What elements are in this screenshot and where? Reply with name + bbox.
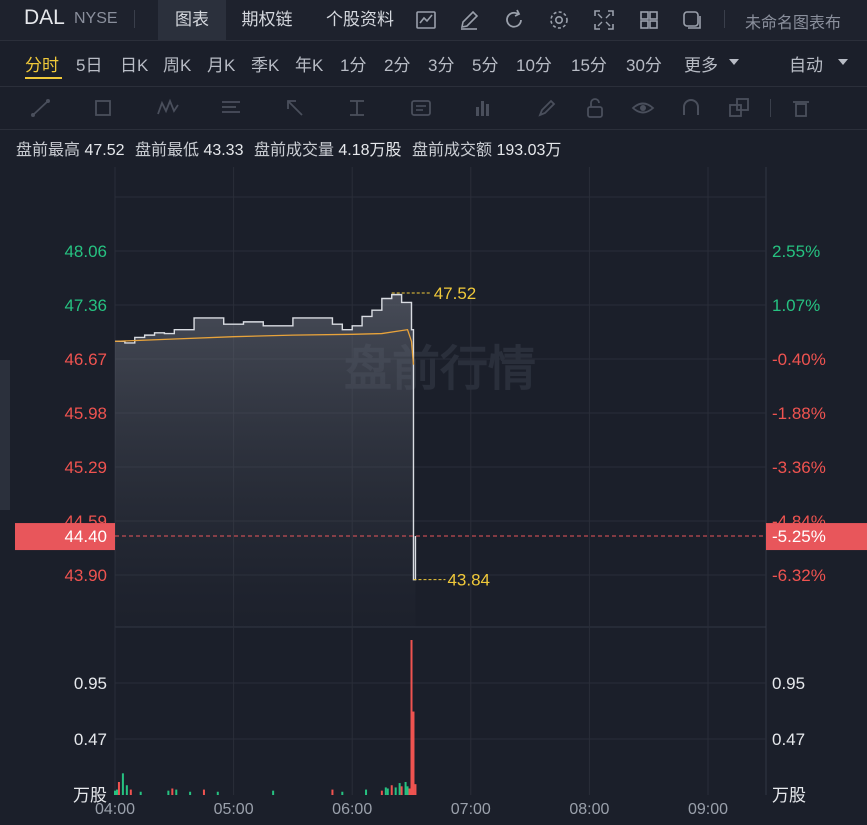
volume-bar <box>386 788 389 795</box>
volume-bar <box>404 781 407 795</box>
price-tick-label: 46.67 <box>64 350 107 369</box>
volume-bar <box>117 781 120 795</box>
volume-bar <box>139 791 142 795</box>
low-marker-label: 43.84 <box>447 571 490 590</box>
pct-tick-label: -0.40% <box>772 350 826 369</box>
volume-bar <box>216 791 219 795</box>
volume-bar <box>121 773 124 795</box>
time-tick-label: 06:00 <box>332 801 372 818</box>
volume-tick-label-right: 0.95 <box>772 674 805 693</box>
volume-bar <box>390 785 393 795</box>
volume-bar <box>398 783 401 795</box>
volume-bar <box>125 785 128 795</box>
volume-unit-label-right: 万股 <box>772 786 806 805</box>
volume-bar <box>341 791 344 795</box>
volume-bar <box>175 789 178 795</box>
price-tick-label: 43.90 <box>64 566 107 585</box>
volume-bar <box>408 788 411 795</box>
time-tick-label: 08:00 <box>569 801 609 818</box>
price-tick-label: 45.98 <box>64 404 107 423</box>
volume-bar <box>410 640 413 795</box>
time-tick-label: 07:00 <box>451 801 491 818</box>
volume-bar <box>331 789 334 795</box>
volume-bar <box>167 790 170 795</box>
volume-bar <box>115 789 118 795</box>
pct-tick-label: -3.36% <box>772 458 826 477</box>
volume-bar <box>272 790 275 795</box>
price-tick-label: 48.06 <box>64 242 107 261</box>
price-area-fill <box>115 294 416 627</box>
current-pct-value: -5.25% <box>772 527 826 546</box>
pct-tick-label: -6.32% <box>772 566 826 585</box>
volume-bar <box>202 789 205 795</box>
high-marker-label: 47.52 <box>434 284 477 303</box>
time-tick-label: 05:00 <box>214 801 254 818</box>
intraday-chart: 盘前行情47.5243.8448.0647.3646.6745.9845.294… <box>15 167 867 818</box>
volume-bar <box>412 711 415 795</box>
volume-bar <box>365 789 368 795</box>
volume-bar <box>171 788 174 795</box>
volume-bar <box>114 790 116 795</box>
volume-bar <box>380 790 383 795</box>
volume-bar <box>400 786 403 795</box>
pct-tick-label: 1.07% <box>772 296 820 315</box>
volume-bar <box>394 787 397 795</box>
volume-tick-label: 0.95 <box>74 674 107 693</box>
time-tick-label: 04:00 <box>95 801 135 818</box>
price-tick-label: 47.36 <box>64 296 107 315</box>
pct-tick-label: 2.55% <box>772 242 820 261</box>
volume-tick-label-right: 0.47 <box>772 730 805 749</box>
time-tick-label: 09:00 <box>688 801 728 818</box>
current-price-value: 44.40 <box>64 527 107 546</box>
volume-bar <box>414 784 417 795</box>
volume-bar <box>384 787 387 795</box>
price-tick-label: 45.29 <box>64 458 107 477</box>
volume-bar <box>189 791 192 795</box>
volume-bar <box>129 789 132 795</box>
pct-tick-label: -1.88% <box>772 404 826 423</box>
volume-tick-label: 0.47 <box>74 730 107 749</box>
volume-bar <box>406 786 409 795</box>
